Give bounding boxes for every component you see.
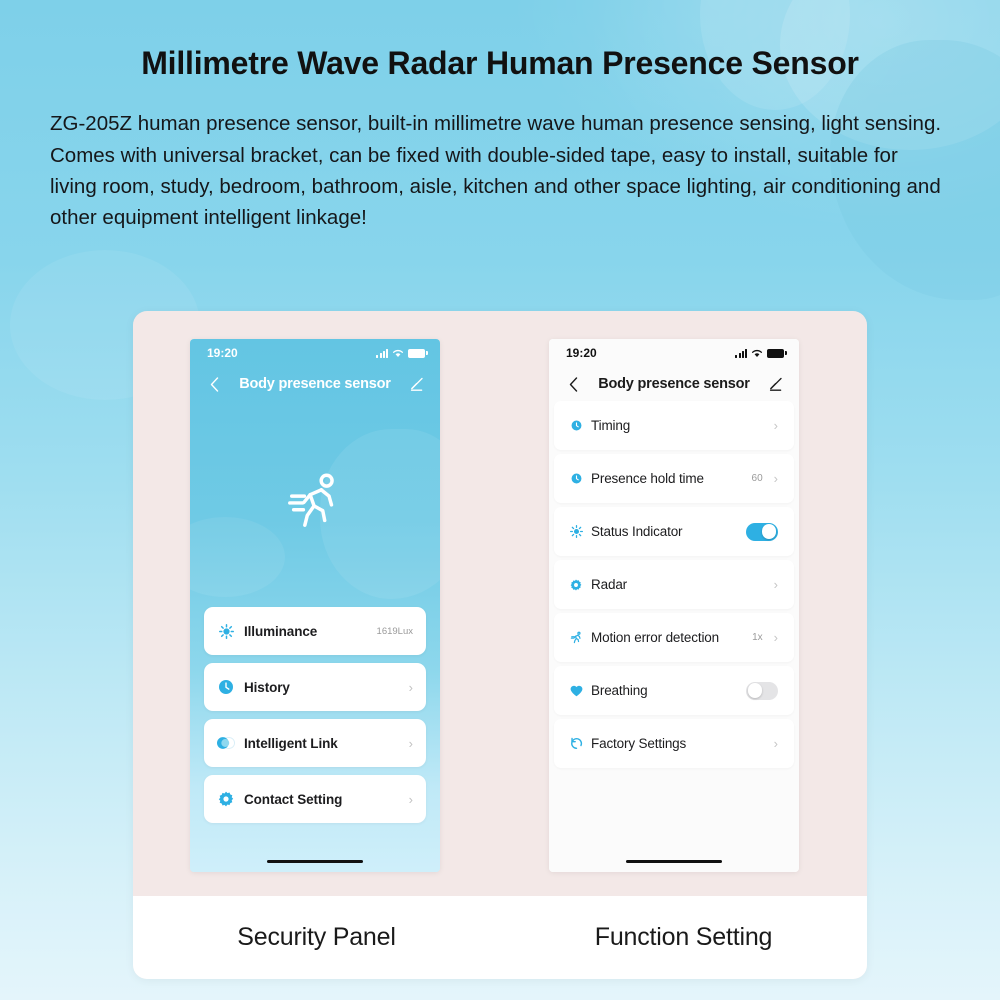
home-indicator bbox=[267, 859, 363, 863]
list-item-label: Contact Setting bbox=[244, 791, 343, 807]
page-title: Millimetre Wave Radar Human Presence Sen… bbox=[141, 45, 859, 81]
wifi-icon bbox=[751, 349, 763, 357]
setting-label: Radar bbox=[591, 577, 628, 592]
setting-row-timing[interactable]: Timing › bbox=[554, 401, 794, 450]
product-showcase-card: 19:20 Body presence sensor Illuminance 1… bbox=[133, 311, 867, 979]
left-nav-title: Body presence sensor bbox=[239, 376, 391, 392]
list-item-label: History bbox=[244, 679, 290, 695]
signal-bars-icon bbox=[376, 348, 388, 358]
page-header: Millimetre Wave Radar Human Presence Sen… bbox=[0, 0, 1000, 233]
setting-row-motion-error-detection[interactable]: Motion error detection 1x › bbox=[554, 613, 794, 662]
clock-history-icon bbox=[217, 679, 235, 695]
chevron-right-icon: › bbox=[408, 735, 413, 751]
sun-brightness-icon bbox=[217, 623, 235, 639]
page-description: ZG-205Z human presence sensor, built-in … bbox=[50, 112, 942, 229]
running-person-icon bbox=[288, 473, 334, 527]
list-item-history[interactable]: History › bbox=[204, 663, 426, 711]
right-status-bar: 19:20 bbox=[549, 339, 799, 367]
chevron-right-icon: › bbox=[773, 577, 778, 592]
running-person-icon bbox=[568, 631, 584, 644]
right-list-empty-space bbox=[549, 772, 799, 860]
phone-mockups: 19:20 Body presence sensor Illuminance 1… bbox=[133, 311, 867, 896]
setting-label: Motion error detection bbox=[591, 630, 720, 645]
pencil-edit-icon[interactable] bbox=[406, 374, 426, 394]
battery-icon bbox=[408, 348, 428, 358]
chevron-right-icon: › bbox=[773, 418, 778, 433]
chevron-right-icon: › bbox=[773, 630, 778, 645]
battery-icon bbox=[767, 348, 787, 358]
left-status-bar: 19:20 bbox=[190, 339, 440, 367]
list-item-label: Illuminance bbox=[244, 623, 318, 639]
gear-settings-icon bbox=[217, 791, 235, 807]
setting-row-breathing[interactable]: Breathing bbox=[554, 666, 794, 715]
right-settings-list: Timing › Presence hold time 60 › Status … bbox=[549, 401, 799, 772]
status-time: 19:20 bbox=[207, 346, 238, 360]
chevron-left-icon[interactable] bbox=[563, 374, 583, 394]
setting-label: Timing bbox=[591, 418, 631, 433]
setting-value: 1x bbox=[752, 632, 763, 643]
home-indicator bbox=[626, 859, 722, 863]
phone-security-panel: 19:20 Body presence sensor Illuminance 1… bbox=[190, 339, 440, 872]
caption-function-setting: Function Setting bbox=[594, 923, 773, 951]
caption-security-panel: Security Panel bbox=[237, 923, 396, 951]
setting-row-presence-hold-time[interactable]: Presence hold time 60 › bbox=[554, 454, 794, 503]
pencil-edit-icon[interactable] bbox=[765, 374, 785, 394]
setting-label: Presence hold time bbox=[591, 471, 704, 486]
clock-icon bbox=[568, 473, 584, 484]
chevron-left-icon[interactable] bbox=[204, 374, 224, 394]
hero-decoration bbox=[190, 517, 285, 597]
left-nav-bar: Body presence sensor bbox=[190, 367, 440, 401]
left-hero-area bbox=[190, 401, 440, 601]
phone-function-setting: 19:20 Body presence sensor Timing › Pres… bbox=[549, 339, 799, 872]
setting-row-radar[interactable]: Radar › bbox=[554, 560, 794, 609]
chevron-right-icon: › bbox=[773, 736, 778, 751]
heart-icon bbox=[568, 685, 584, 697]
sun-brightness-icon bbox=[568, 525, 584, 538]
caption-bar: Security Panel Function Setting bbox=[133, 896, 867, 979]
setting-value: 60 bbox=[751, 473, 763, 484]
wifi-icon bbox=[392, 349, 404, 357]
signal-bars-icon bbox=[735, 348, 747, 358]
status-indicator-toggle[interactable] bbox=[746, 522, 778, 541]
gear-settings-icon bbox=[568, 578, 584, 591]
setting-label: Factory Settings bbox=[591, 736, 687, 751]
status-time: 19:20 bbox=[566, 346, 597, 360]
illuminance-value: 1619Lux bbox=[376, 625, 413, 637]
setting-row-factory-settings[interactable]: Factory Settings › bbox=[554, 719, 794, 768]
chevron-right-icon: › bbox=[408, 791, 413, 807]
restore-arrow-icon bbox=[568, 737, 584, 750]
list-item-label: Intelligent Link bbox=[244, 735, 338, 751]
right-nav-title: Body presence sensor bbox=[598, 376, 750, 392]
setting-label: Breathing bbox=[591, 683, 648, 698]
list-item-intelligent-link[interactable]: Intelligent Link › bbox=[204, 719, 426, 767]
chevron-right-icon: › bbox=[773, 471, 778, 486]
setting-row-status-indicator[interactable]: Status Indicator bbox=[554, 507, 794, 556]
toggle-link-icon bbox=[217, 737, 235, 749]
clock-icon bbox=[568, 420, 584, 431]
list-item-contact-setting[interactable]: Contact Setting › bbox=[204, 775, 426, 823]
chevron-right-icon: › bbox=[408, 679, 413, 695]
list-item-illuminance[interactable]: Illuminance 1619Lux bbox=[204, 607, 426, 655]
setting-label: Status Indicator bbox=[591, 524, 683, 539]
right-nav-bar: Body presence sensor bbox=[549, 367, 799, 401]
breathing-toggle[interactable] bbox=[746, 681, 778, 700]
left-feature-list: Illuminance 1619Lux History › Intelligen… bbox=[190, 607, 440, 823]
